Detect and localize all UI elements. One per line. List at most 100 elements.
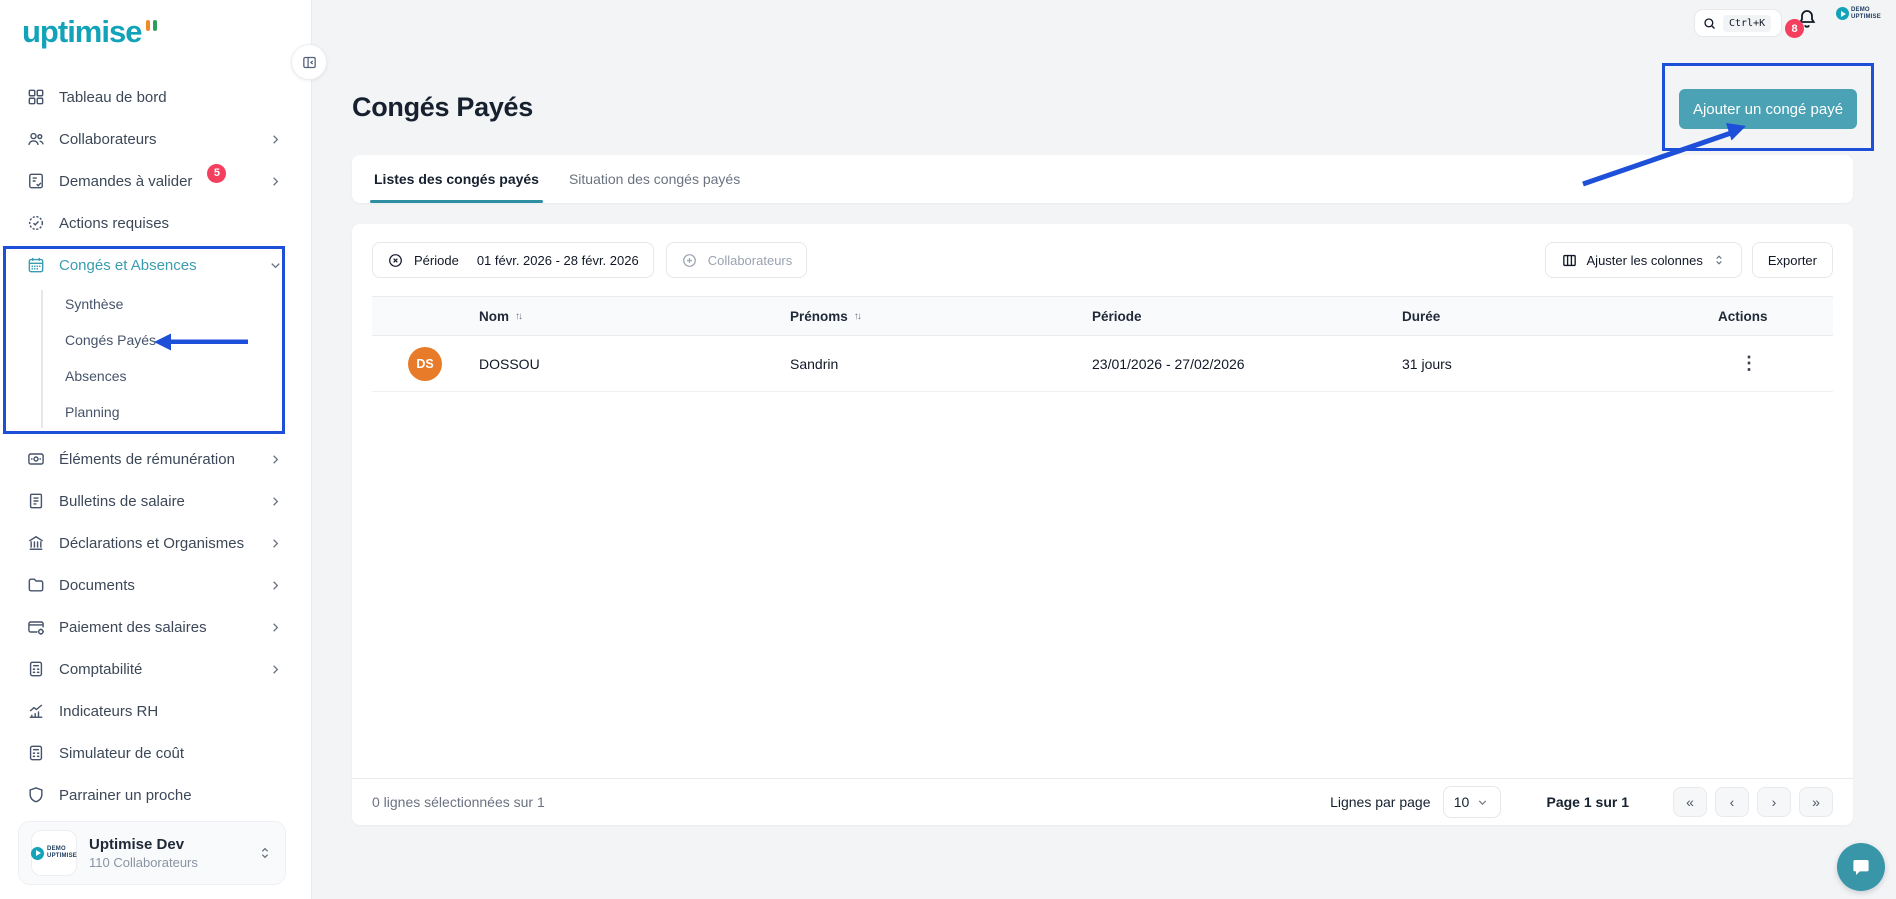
sidebar-item-conges-et-absences[interactable]: Congés et Absences	[0, 244, 311, 286]
submenu-item-planning[interactable]: Planning	[0, 394, 311, 430]
column-header-duree: Durée	[1402, 308, 1441, 324]
chevron-right-icon	[268, 452, 283, 467]
row-actions-kebab-icon[interactable]: ⋮	[1734, 353, 1764, 373]
filter-toolbar: Période 01 févr. 2026 - 28 févr. 2026 Co…	[372, 242, 1833, 278]
sidebar-item-label: Collaborateurs	[59, 130, 157, 148]
sidebar-item-comptabilite[interactable]: Comptabilité	[0, 648, 311, 690]
collaborators-filter-chip[interactable]: Collaborateurs	[665, 242, 808, 278]
tab-bar: Listes des congés payés Situation des co…	[352, 155, 1853, 203]
calendar-icon	[26, 255, 46, 275]
table-header-row: Nom ↑↓ Prénoms ↑↓ Période Durée Actions	[372, 296, 1833, 336]
cell-prenoms: Sandrin	[790, 355, 839, 372]
table-row[interactable]: DS DOSSOU Sandrin 23/01/2026 - 27/02/202…	[372, 336, 1833, 392]
avatar: DS	[408, 346, 442, 381]
sort-icon[interactable]: ↑↓	[854, 311, 862, 322]
rows-per-page-select[interactable]: 10	[1442, 786, 1501, 818]
search-shortcut-kbd: Ctrl+K	[1723, 14, 1772, 32]
period-filter-chip[interactable]: Période 01 févr. 2026 - 28 févr. 2026	[372, 242, 654, 278]
chevron-right-icon	[268, 578, 283, 593]
chevron-right-icon	[268, 494, 283, 509]
sidebar-item-documents[interactable]: Documents	[0, 564, 311, 606]
previous-page-button[interactable]: ‹	[1715, 787, 1749, 817]
logo-accent-bars	[146, 20, 158, 31]
next-page-button[interactable]: ›	[1757, 787, 1791, 817]
sidebar-item-label: Éléments de rémunération	[59, 450, 235, 468]
notification-count-badge: 8	[1785, 19, 1804, 38]
sidebar-item-label: Tableau de bord	[59, 88, 167, 106]
global-search-button[interactable]: Ctrl+K	[1694, 9, 1782, 37]
calculator-icon	[26, 743, 46, 763]
sidebar-item-bulletins-de-salaire[interactable]: Bulletins de salaire	[0, 480, 311, 522]
sidebar-item-label: Actions requises	[59, 214, 170, 232]
chevron-right-icon	[268, 132, 283, 147]
users-icon	[26, 129, 46, 149]
chevron-down-icon	[268, 258, 283, 273]
folder-icon	[26, 575, 46, 595]
sort-icon[interactable]: ↑↓	[515, 311, 523, 322]
sidebar-item-label: Paiement des salaires	[59, 618, 207, 636]
rows-per-page-label: Lignes par page	[1330, 794, 1431, 810]
selection-summary: 0 lignes sélectionnées sur 1	[372, 794, 545, 810]
chevron-right-icon	[268, 174, 283, 189]
user-avatar[interactable]: DEMO UPTIMISE	[1836, 7, 1881, 20]
add-paid-leave-button[interactable]: Ajouter un congé payé	[1679, 89, 1857, 129]
sidebar-item-demandes-a-valider[interactable]: Demandes à valider 5	[0, 160, 311, 202]
notifications-button[interactable]: 8	[1785, 7, 1825, 41]
search-icon	[1702, 16, 1717, 31]
sidebar-item-elements-de-remuneration[interactable]: Éléments de rémunération	[0, 438, 311, 480]
last-page-button[interactable]: »	[1799, 787, 1833, 817]
sidebar-item-declarations-et-organismes[interactable]: Déclarations et Organismes	[0, 522, 311, 564]
page-title: Congés Payés	[352, 92, 533, 122]
chat-bubble-icon	[1849, 855, 1873, 879]
grid-icon	[26, 87, 46, 107]
sidebar-item-label: Demandes à valider	[59, 172, 193, 190]
organization-subtitle: 110 Collaborateurs	[89, 854, 198, 870]
paid-leave-card: Période 01 févr. 2026 - 28 févr. 2026 Co…	[352, 224, 1853, 825]
column-header-prenoms: Prénoms	[790, 308, 848, 324]
uptimise-mark-icon	[31, 846, 45, 860]
tab-situation-des-conges-payes[interactable]: Situation des congés payés	[569, 155, 740, 203]
organization-switcher[interactable]: DEMO UPTIMISE Uptimise Dev 110 Collabora…	[18, 821, 286, 885]
sidebar-item-label: Congés et Absences	[59, 256, 197, 274]
sidebar-item-parrainer-un-proche[interactable]: Parrainer un proche	[0, 774, 311, 816]
sidebar-item-collaborateurs[interactable]: Collaborateurs	[0, 118, 311, 160]
sidebar-item-label: Bulletins de salaire	[59, 492, 185, 510]
sidebar-collapse-button[interactable]	[291, 44, 327, 80]
banknote-icon	[26, 449, 46, 469]
submenu-item-absences[interactable]: Absences	[0, 358, 311, 394]
clipboard-check-icon	[26, 171, 46, 191]
sidebar-item-indicateurs-rh[interactable]: Indicateurs RH	[0, 690, 311, 732]
adjust-columns-button[interactable]: Ajuster les colonnes	[1544, 242, 1742, 278]
sidebar-item-actions-requises[interactable]: Actions requises	[0, 202, 311, 244]
cell-duree: 31 jours	[1402, 355, 1452, 372]
card-gear-icon	[26, 617, 46, 637]
sidebar-item-paiement-des-salaires[interactable]: Paiement des salaires	[0, 606, 311, 648]
pagination-bar: 0 lignes sélectionnées sur 1 Lignes par …	[352, 778, 1853, 825]
tab-listes-des-conges-payes[interactable]: Listes des congés payés	[370, 155, 543, 203]
shield-icon	[26, 785, 46, 805]
submenu-item-conges-payes[interactable]: Congés Payés	[0, 322, 311, 358]
payslip-icon	[26, 491, 46, 511]
conges-submenu: Synthèse Congés Payés Absences Planning	[0, 286, 311, 438]
chevron-right-icon	[268, 662, 283, 677]
column-header-periode: Période	[1092, 308, 1142, 324]
sidebar-item-label: Parrainer un proche	[59, 786, 192, 804]
logo-wordmark: uptimise	[22, 14, 142, 49]
sidebar-item-label: Déclarations et Organismes	[59, 534, 245, 552]
uptimise-logo[interactable]: uptimise	[0, 0, 311, 47]
circle-x-icon[interactable]	[387, 252, 404, 269]
first-page-button[interactable]: «	[1673, 787, 1707, 817]
period-filter-label: Période	[414, 252, 459, 268]
sidebar-item-simulateur-de-cout[interactable]: Simulateur de coût	[0, 732, 311, 774]
adjust-columns-label: Ajuster les colonnes	[1586, 252, 1703, 268]
cell-periode: 23/01/2026 - 27/02/2026	[1092, 355, 1245, 372]
column-header-actions: Actions	[1718, 308, 1768, 324]
org-logo-line1: DEMO	[47, 846, 66, 853]
column-header-nom: Nom	[479, 308, 509, 324]
submenu-item-synthese[interactable]: Synthèse	[0, 286, 311, 322]
sidebar-item-tableau-de-bord[interactable]: Tableau de bord	[0, 76, 311, 118]
export-button[interactable]: Exporter	[1751, 242, 1833, 278]
panel-collapse-icon	[301, 54, 318, 71]
chat-launcher-button[interactable]	[1837, 843, 1885, 891]
chevron-updown-icon	[1712, 253, 1726, 267]
